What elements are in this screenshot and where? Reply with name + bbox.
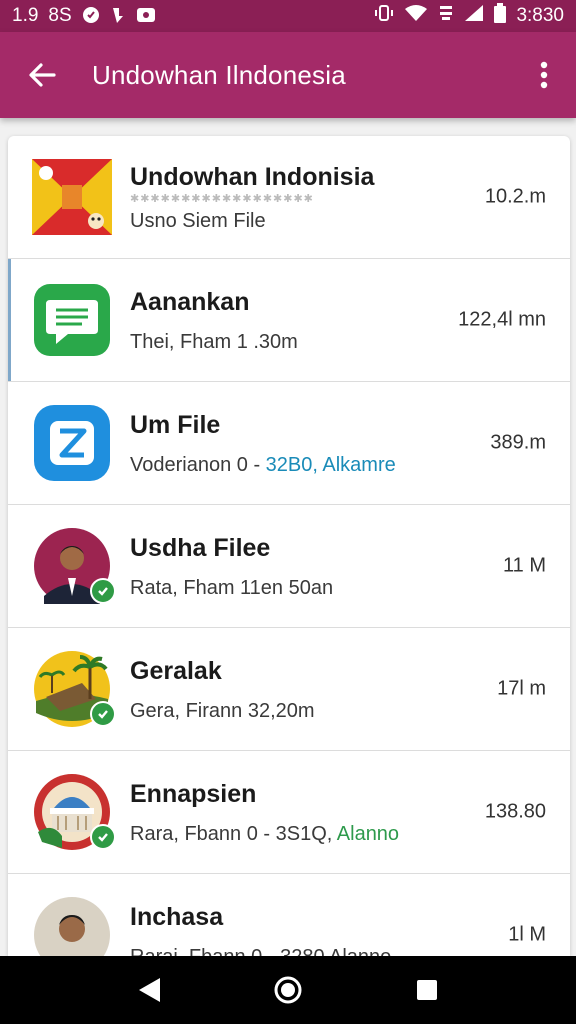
list-item[interactable]: Usdha Filee Rata, Fham 11en 50an 11 M [8, 505, 570, 628]
list-item[interactable]: Um File Voderianon 0 - 32B0, Alkamre 389… [8, 382, 570, 505]
nav-back-button[interactable] [124, 965, 174, 1015]
vibrate-icon [374, 3, 394, 29]
system-nav-bar [0, 956, 576, 1024]
blue-file-icon [32, 403, 112, 483]
arrow-back-icon [29, 63, 56, 87]
more-options-button[interactable] [526, 53, 562, 97]
circle-home-icon [274, 976, 302, 1004]
nav-recents-button[interactable] [402, 965, 452, 1015]
alert-icon [110, 6, 126, 27]
page-title: Undowhan Ilndonesia [92, 59, 346, 90]
item-size: 10.2.m [484, 185, 546, 208]
item-subtitle-accent: Alanno [336, 822, 400, 845]
item-subtitle: Gera, Firann 32,20m [130, 699, 315, 722]
young-man-portrait-icon [32, 895, 112, 956]
list-item[interactable]: Aanankan Thei, Fham 1 .30m 122,4l mn [8, 259, 570, 382]
chat-bubble-icon [32, 280, 112, 360]
item-size: 1l M [508, 923, 546, 946]
status-time-right: 3:830 [516, 5, 564, 26]
item-subtitle: Thei, Fham 1 .30m [130, 330, 298, 353]
installed-check-badge [90, 578, 116, 604]
app-bar: Undowhan Ilndonesia [0, 32, 576, 118]
list-item[interactable]: Ennapsien Rara, Fbann 0 - 3S1Q, Alanno 1… [8, 751, 570, 874]
item-subtitle: Voderianon 0 - [130, 453, 266, 476]
download-list: Undowhan Indonisia ✱✱✱✱✱✱✱✱✱✱✱✱✱✱✱✱✱✱ Us… [8, 136, 570, 956]
notification-icon [82, 6, 100, 27]
battery-icon [494, 3, 507, 29]
status-bar: 1.9 8S 3:830 [0, 0, 576, 32]
flag-collage-icon [32, 157, 112, 237]
signal-icon [464, 4, 484, 28]
installed-check-badge [90, 701, 116, 727]
item-subtitle: Usno Siem File [130, 209, 266, 232]
back-button[interactable] [20, 53, 64, 97]
item-size: 122,4l mn [458, 308, 546, 331]
nav-home-button[interactable] [263, 965, 313, 1015]
item-size: 17l m [497, 677, 546, 700]
message-icon [136, 7, 156, 26]
item-title: Inchasa [130, 902, 224, 931]
list-item[interactable]: Undowhan Indonisia ✱✱✱✱✱✱✱✱✱✱✱✱✱✱✱✱✱✱ Us… [8, 136, 570, 259]
man-portrait-icon [32, 526, 116, 606]
item-subtitle: Rata, Fham 11en 50an [130, 576, 334, 599]
square-recents-icon [416, 980, 437, 1000]
item-size: 11 M [503, 554, 546, 577]
list-item[interactable]: Inchasa Rarai, Fbann 0 - 3280 Alanno 1l … [8, 874, 570, 956]
more-vert-icon [540, 61, 548, 89]
data-icon [438, 4, 454, 28]
item-size: 389.m [490, 431, 546, 454]
dome-building-icon [32, 772, 116, 852]
triangle-back-icon [139, 978, 161, 1002]
item-subtitle: Rarai, Fbann 0 - 3280 Alanno [130, 946, 570, 957]
status-time-left: 1.9 [12, 5, 39, 26]
wifi-icon [404, 4, 428, 28]
list-item[interactable]: Geralak Gera, Firann 32,20m 17l m [8, 628, 570, 751]
status-glyphs: 8S [48, 5, 72, 26]
item-subtitle-accent: 32B0, Alkamre [265, 453, 396, 476]
palm-landscape-icon [32, 649, 116, 729]
installed-check-badge [90, 824, 116, 850]
item-subtitle-wrap: Voderianon 0 - 32B0, Alkamre [130, 454, 570, 477]
item-subtitle-wrap: Rara, Fbann 0 - 3S1Q, Alanno [130, 823, 570, 846]
item-subtitle: Rara, Fbann 0 - 3S1Q, [130, 822, 337, 845]
item-size: 138.80 [484, 800, 546, 823]
